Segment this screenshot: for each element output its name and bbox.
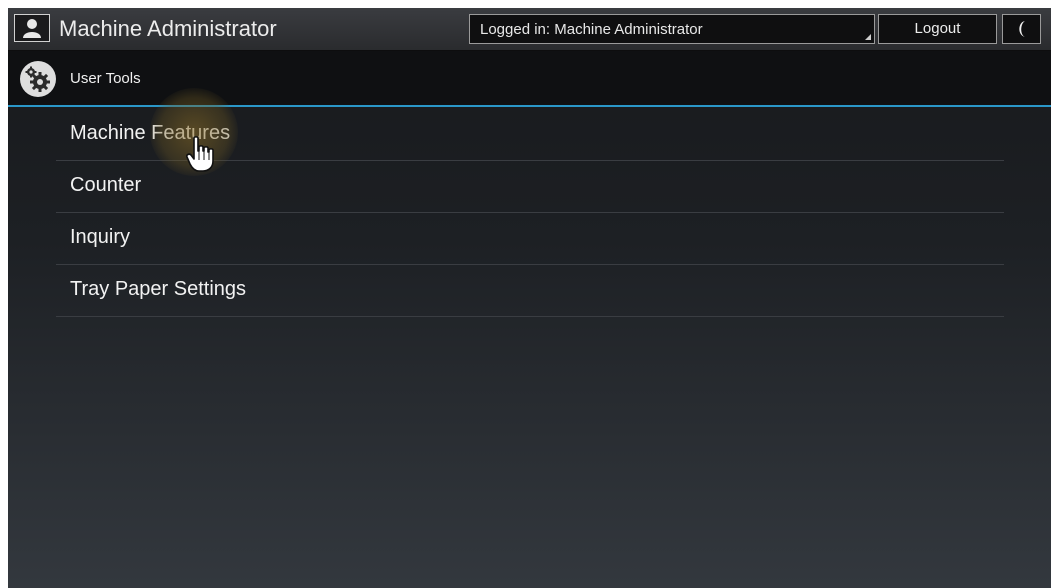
login-status-box[interactable]: Logged in: Machine Administrator [469, 14, 875, 44]
user-tools-button[interactable] [20, 61, 56, 97]
menu-item-label: Machine Features [70, 122, 231, 144]
menu-item-inquiry[interactable]: Inquiry [56, 213, 1004, 265]
menu-item-machine-features[interactable]: Machine Features [56, 109, 1004, 161]
sub-header: User Tools [8, 51, 1051, 107]
gear-icon [25, 66, 50, 92]
user-tools-screen: Machine Administrator Logged in: Machine… [8, 8, 1051, 588]
moon-icon [1018, 21, 1025, 37]
app-title: Machine Administrator [59, 16, 277, 41]
menu-item-label: Tray Paper Settings [70, 278, 247, 300]
menu-item-counter[interactable]: Counter [56, 161, 1004, 213]
energy-saver-button[interactable] [1002, 14, 1041, 44]
menu-list: Machine Features Counter Inquiry Tray Pa… [56, 109, 1004, 317]
sub-header-title: User Tools [70, 70, 141, 87]
menu-item-label: Inquiry [70, 226, 131, 248]
corner-indicator-icon [865, 34, 871, 40]
login-status-text: Logged in: Machine Administrator [480, 21, 703, 38]
user-icon[interactable] [14, 14, 50, 42]
menu-item-tray-paper-settings[interactable]: Tray Paper Settings [56, 265, 1004, 317]
logout-button[interactable]: Logout [878, 14, 997, 44]
menu-item-label: Counter [70, 174, 142, 196]
top-bar: Machine Administrator Logged in: Machine… [8, 8, 1051, 51]
